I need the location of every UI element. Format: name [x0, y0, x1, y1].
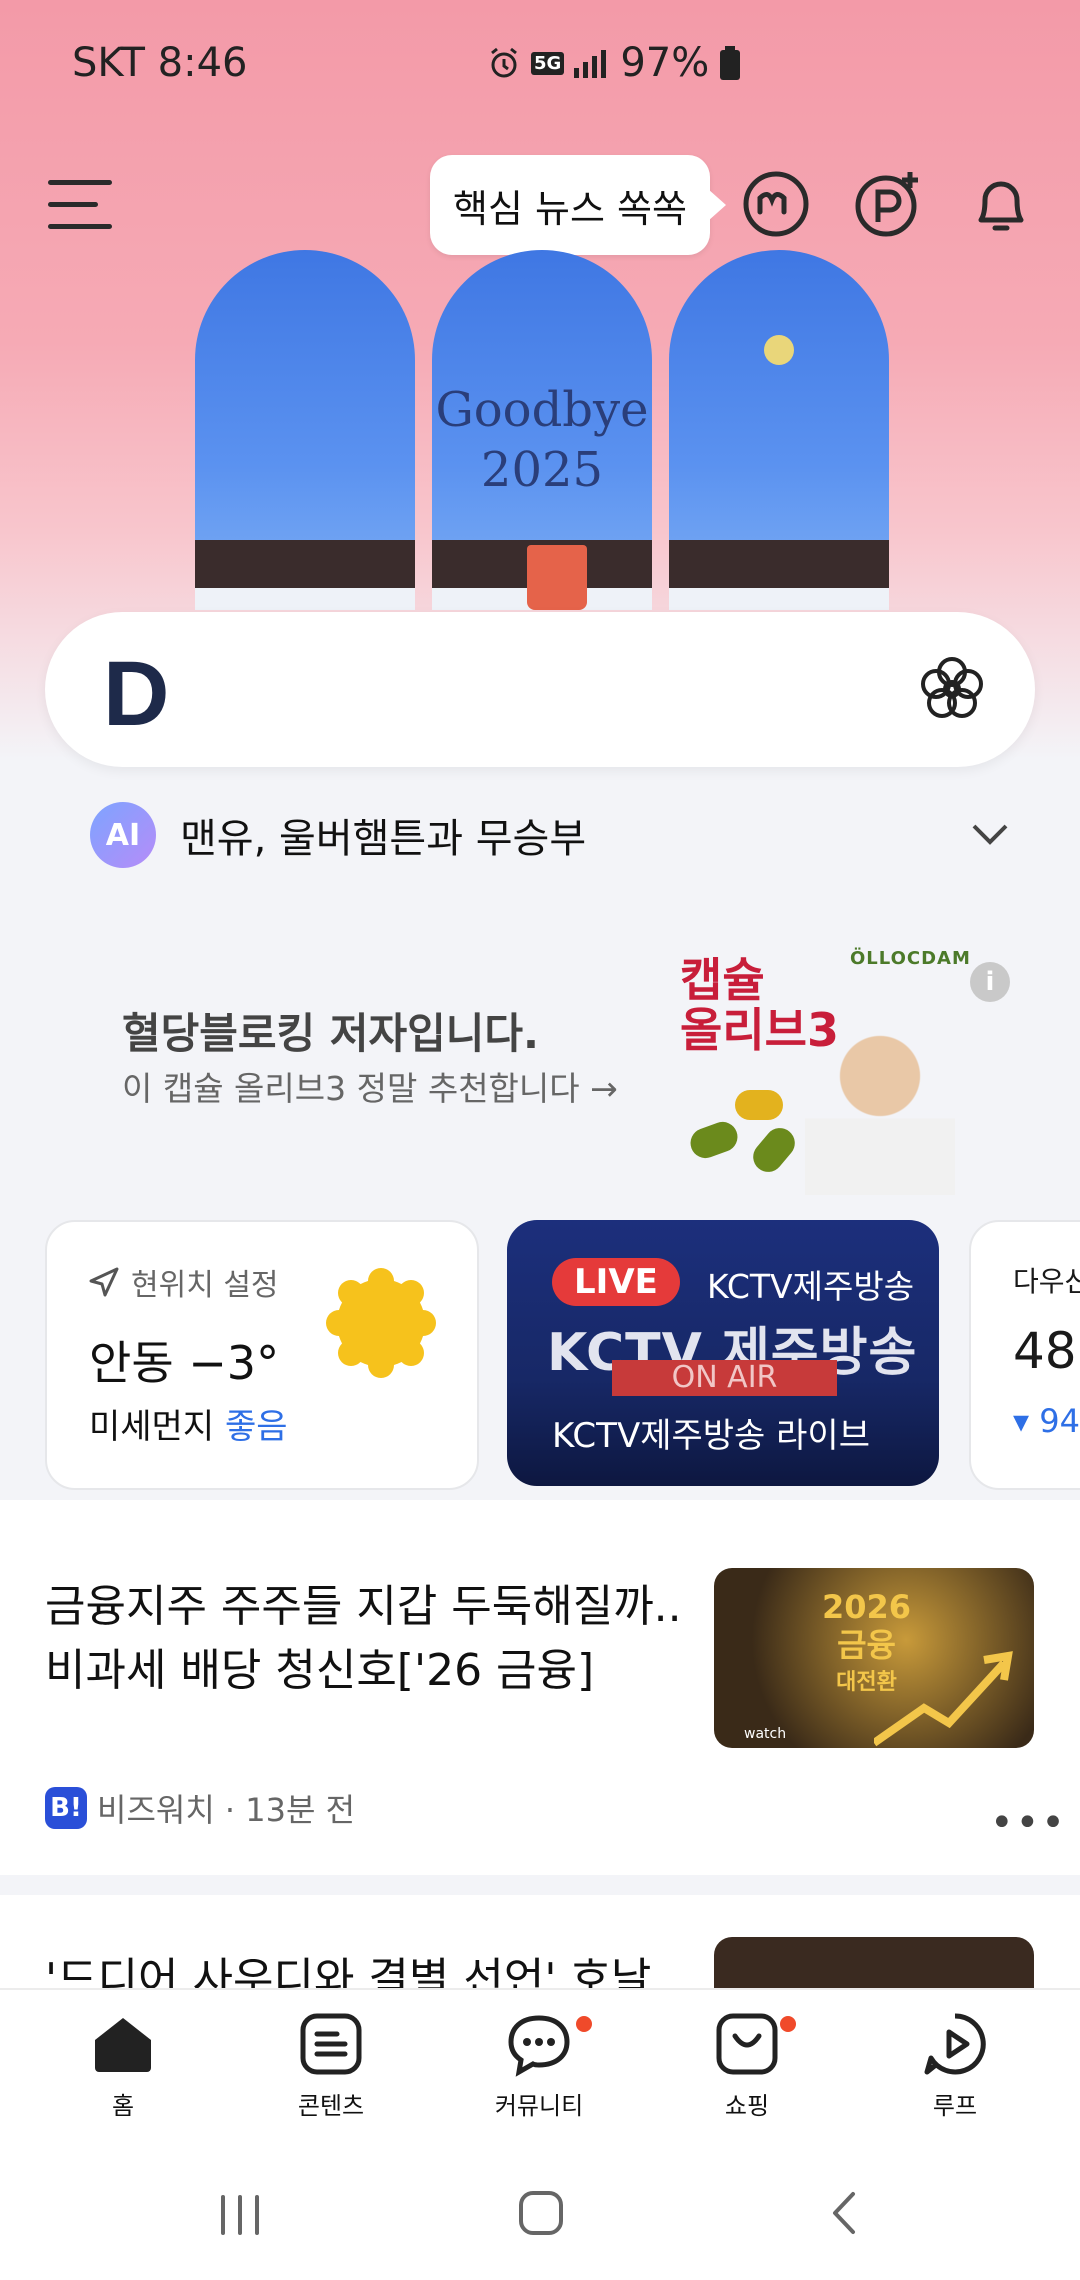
stock-change: ▾ 94 — [1013, 1402, 1080, 1440]
channel-name: KCTV제주방송 — [707, 1267, 915, 1306]
content-icon — [300, 2013, 362, 2075]
status-right: 5G 97% — [487, 40, 741, 86]
arch-center: Goodbye 2025 — [432, 250, 652, 610]
capsule-icon — [735, 1090, 783, 1120]
stock-card[interactable]: 다우산 48, ▾ 94 — [969, 1220, 1080, 1490]
status-time: SKT 8:46 — [72, 40, 248, 86]
hamburger-icon — [48, 180, 112, 185]
temperature: 안동 −3° — [89, 1336, 280, 1390]
status-bar: SKT 8:46 5G 97% — [72, 36, 1020, 92]
goodbye-text: Goodbye 2025 — [435, 382, 649, 498]
notification-dot — [576, 2016, 592, 2032]
ai-summary-row[interactable]: AI 맨유, 울버햄튼과 무승부 — [90, 800, 1008, 870]
back-icon[interactable] — [825, 2190, 865, 2236]
notification-dot — [780, 2016, 796, 2032]
flower-icon[interactable] — [917, 654, 987, 724]
news-thumbnail[interactable]: 2026 금융 대전환 watch — [714, 1568, 1034, 1748]
shopping-icon — [716, 2013, 778, 2075]
signal-icon — [574, 50, 607, 78]
battery-percent: 97% — [620, 40, 710, 86]
capsule-icon — [747, 1121, 801, 1179]
news-headline[interactable]: 금융지주 주주들 지갑 두둑해질까.. 비과세 배당 청신호['26 금융] — [45, 1575, 685, 1703]
stock-name: 다우산 — [1013, 1265, 1080, 1298]
capsule-icon — [686, 1117, 742, 1163]
bizwatch-logo-icon: B! — [45, 1787, 87, 1829]
location-setting[interactable]: 현위치 설정 — [87, 1260, 279, 1304]
home-icon — [95, 2018, 151, 2072]
news-item[interactable]: '드디어 사우디와 결별 선언' 호날 — [0, 1895, 1080, 1995]
upward-arrow-icon — [874, 1651, 1013, 1747]
stock-value: 48, — [1013, 1322, 1080, 1380]
live-badge: LIVE — [552, 1258, 680, 1306]
sun-icon — [326, 1268, 436, 1378]
search-bar[interactable]: D — [45, 612, 1035, 767]
news-source[interactable]: B! 비즈워치 · 13분 전 — [45, 1785, 355, 1831]
arch-right — [669, 250, 889, 610]
network-icon: 5G — [531, 51, 565, 75]
ad-brand: ÖLLOCDAM — [850, 948, 971, 969]
ad-banner[interactable]: 혈당블로킹 저자입니다. 이 캡슐 올리브3 정말 추천합니다 → 캡슐 올리브3… — [0, 930, 1080, 1195]
more-options-icon[interactable]: ••• — [990, 1800, 1067, 1846]
tab-loop[interactable]: 루프 — [880, 2010, 1030, 2121]
ad-subtitle: 이 캡슐 올리브3 정말 추천합니다 → — [122, 1069, 618, 1108]
news-source-text: 비즈워치 · 13분 전 — [97, 1791, 356, 1829]
weather-card[interactable]: 현위치 설정 안동 −3° 미세먼지 좋음 — [45, 1220, 479, 1490]
on-air-label: ON AIR — [612, 1360, 837, 1396]
chevron-down-icon[interactable] — [970, 814, 1010, 854]
widget-carousel[interactable]: 현위치 설정 안동 −3° 미세먼지 좋음 LIVE KCTV제주방송 KCTV… — [45, 1220, 1080, 1490]
m-chat-icon[interactable] — [740, 168, 812, 240]
location-arrow-icon — [89, 1267, 119, 1297]
news-item[interactable]: 금융지주 주주들 지갑 두둑해질까.. 비과세 배당 청신호['26 금융] 2… — [0, 1500, 1080, 1875]
ad-product-image: 캡슐 올리브3 — [680, 955, 955, 1195]
system-navigation-bar — [0, 2138, 1080, 2280]
live-broadcast-card[interactable]: LIVE KCTV제주방송 KCTV 제주방송 ON AIR KCTV제주방송 … — [507, 1220, 939, 1486]
home-button-icon[interactable] — [518, 2190, 564, 2236]
arch-left — [195, 250, 415, 610]
ad-info-icon[interactable]: i — [970, 962, 1010, 1002]
news-thumbnail[interactable] — [714, 1937, 1034, 1995]
loop-icon — [924, 2013, 986, 2075]
daum-logo: D — [103, 643, 170, 745]
moon-icon — [764, 335, 794, 365]
recent-apps-icon[interactable] — [215, 2193, 265, 2237]
menu-button[interactable] — [48, 180, 112, 230]
tab-community[interactable]: 커뮤니티 — [464, 2010, 614, 2121]
goodbye-illustration: Goodbye 2025 — [195, 250, 890, 610]
mug-icon — [527, 545, 587, 610]
community-icon — [508, 2015, 570, 2077]
thumbnail-brand: watch — [744, 1726, 787, 1742]
battery-icon — [720, 46, 741, 80]
bell-icon[interactable] — [965, 168, 1037, 240]
fine-dust: 미세먼지 좋음 — [89, 1407, 288, 1447]
live-caption: KCTV제주방송 라이브 — [552, 1416, 870, 1456]
spokesperson-image — [805, 1025, 955, 1195]
ai-badge: AI — [90, 802, 156, 868]
tab-home[interactable]: 홈 — [48, 2010, 198, 2121]
tooltip[interactable]: 핵심 뉴스 쏙쏙 — [430, 155, 726, 255]
tab-content[interactable]: 콘텐츠 — [256, 2010, 406, 2121]
tab-shopping[interactable]: 쇼핑 — [672, 2010, 822, 2121]
alarm-icon — [491, 47, 517, 78]
ad-title: 혈당블로킹 저자입니다. — [122, 1009, 539, 1058]
bottom-tab-bar: 홈 콘텐츠 커뮤니티 쇼핑 루프 — [0, 1988, 1080, 2140]
ai-summary-text: 맨유, 울버햄튼과 무승부 — [180, 816, 587, 862]
p-plus-icon[interactable] — [852, 168, 924, 240]
